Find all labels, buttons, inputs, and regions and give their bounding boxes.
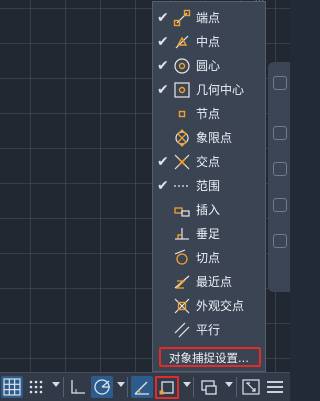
insertion-snap-icon	[173, 201, 191, 219]
menu-item-center[interactable]: ✔ 圆心	[153, 55, 265, 79]
nearest-snap-icon	[173, 273, 191, 291]
menu-item-tangent[interactable]: 切点	[153, 247, 265, 271]
menu-item-insertion[interactable]: 插入	[153, 199, 265, 223]
menu-item-label: 象限点	[196, 131, 233, 145]
check-icon: ✔	[157, 58, 169, 74]
snap-mode-dropdown-arrow[interactable]	[52, 382, 60, 387]
object-snap-icon	[157, 378, 177, 397]
menu-item-label: 节点	[196, 107, 221, 121]
object-snap-menu: ✔ 端点 ✔ 中点 ✔ 圆心 ✔ 几何中心 节点 象限点 ✔ 交点 ✔ 范围 插…	[152, 1, 266, 372]
extension-snap-icon	[173, 177, 191, 195]
annotation-scale-icon[interactable]	[198, 376, 220, 398]
navigation-bar[interactable]	[268, 62, 290, 292]
quadrant-snap-icon	[173, 129, 191, 147]
menu-item-label: 端点	[196, 11, 221, 25]
fullscreen-icon[interactable]	[240, 376, 262, 398]
object-snap-settings-button[interactable]: 对象捕捉设置...	[159, 347, 261, 367]
check-icon: ✔	[157, 178, 169, 194]
polar-tracking-icon[interactable]	[91, 376, 113, 398]
grid-icon[interactable]	[1, 376, 23, 398]
intersection-snap-icon	[173, 153, 191, 171]
customize-menu-icon[interactable]	[264, 376, 286, 398]
perpendicular-snap-icon	[173, 225, 191, 243]
separator	[193, 377, 194, 397]
menu-item-quadrant[interactable]: 象限点	[153, 127, 265, 151]
menu-item-label: 平行	[196, 323, 221, 337]
orbit-icon[interactable]	[273, 198, 287, 212]
menu-item-label: 插入	[196, 203, 221, 217]
object-snap-button[interactable]	[155, 376, 179, 399]
menu-item-label: 切点	[196, 251, 221, 265]
check-icon: ✔	[157, 34, 169, 50]
center-snap-icon	[173, 57, 191, 75]
menu-item-geometric-center[interactable]: ✔ 几何中心	[153, 79, 265, 103]
zoom-icon[interactable]	[273, 162, 287, 176]
separator	[63, 377, 64, 397]
check-icon: ✔	[157, 154, 169, 170]
ortho-icon[interactable]	[67, 376, 89, 398]
menu-item-label: 垂足	[196, 227, 221, 241]
endpoint-snap-icon	[173, 9, 191, 27]
menu-item-extension[interactable]: ✔ 范围	[153, 175, 265, 199]
parallel-snap-icon	[173, 321, 191, 339]
status-bar	[0, 372, 290, 401]
pan-icon[interactable]	[273, 126, 287, 140]
menu-item-endpoint[interactable]: ✔ 端点	[153, 7, 265, 31]
isometric-icon[interactable]	[131, 376, 153, 398]
check-icon: ✔	[157, 82, 169, 98]
menu-item-node[interactable]: 节点	[153, 103, 265, 127]
menu-item-label: 几何中心	[196, 83, 245, 97]
menu-item-label: 范围	[196, 179, 221, 193]
separator	[236, 377, 237, 397]
wheel-icon[interactable]	[273, 76, 287, 90]
menu-item-label: 圆心	[196, 59, 221, 73]
menu-item-label: 最近点	[196, 275, 233, 289]
geometric-center-snap-icon	[173, 81, 191, 99]
separator	[127, 377, 128, 397]
menu-item-nearest[interactable]: 最近点	[153, 271, 265, 295]
node-snap-icon	[173, 105, 191, 123]
check-icon: ✔	[157, 10, 169, 26]
apparent-intersection-snap-icon	[173, 297, 191, 315]
menu-item-apparent-intersection[interactable]: 外观交点	[153, 295, 265, 319]
menu-item-perpendicular[interactable]: 垂足	[153, 223, 265, 247]
showmotion-icon[interactable]	[273, 234, 287, 248]
menu-item-midpoint[interactable]: ✔ 中点	[153, 31, 265, 55]
annotation-scale-dropdown-arrow[interactable]	[225, 382, 233, 387]
object-snap-settings-label: 对象捕捉设置...	[169, 351, 249, 365]
menu-item-parallel[interactable]: 平行	[153, 319, 265, 343]
tangent-snap-icon	[173, 249, 191, 267]
menu-item-intersection[interactable]: ✔ 交点	[153, 151, 265, 175]
midpoint-snap-icon	[173, 33, 191, 51]
polar-dropdown-arrow[interactable]	[117, 382, 125, 387]
object-snap-dropdown-arrow[interactable]	[183, 382, 191, 387]
menu-item-label: 交点	[196, 155, 221, 169]
menu-item-label: 外观交点	[196, 299, 245, 313]
snap-mode-icon[interactable]	[25, 376, 47, 398]
menu-item-label: 中点	[196, 35, 221, 49]
